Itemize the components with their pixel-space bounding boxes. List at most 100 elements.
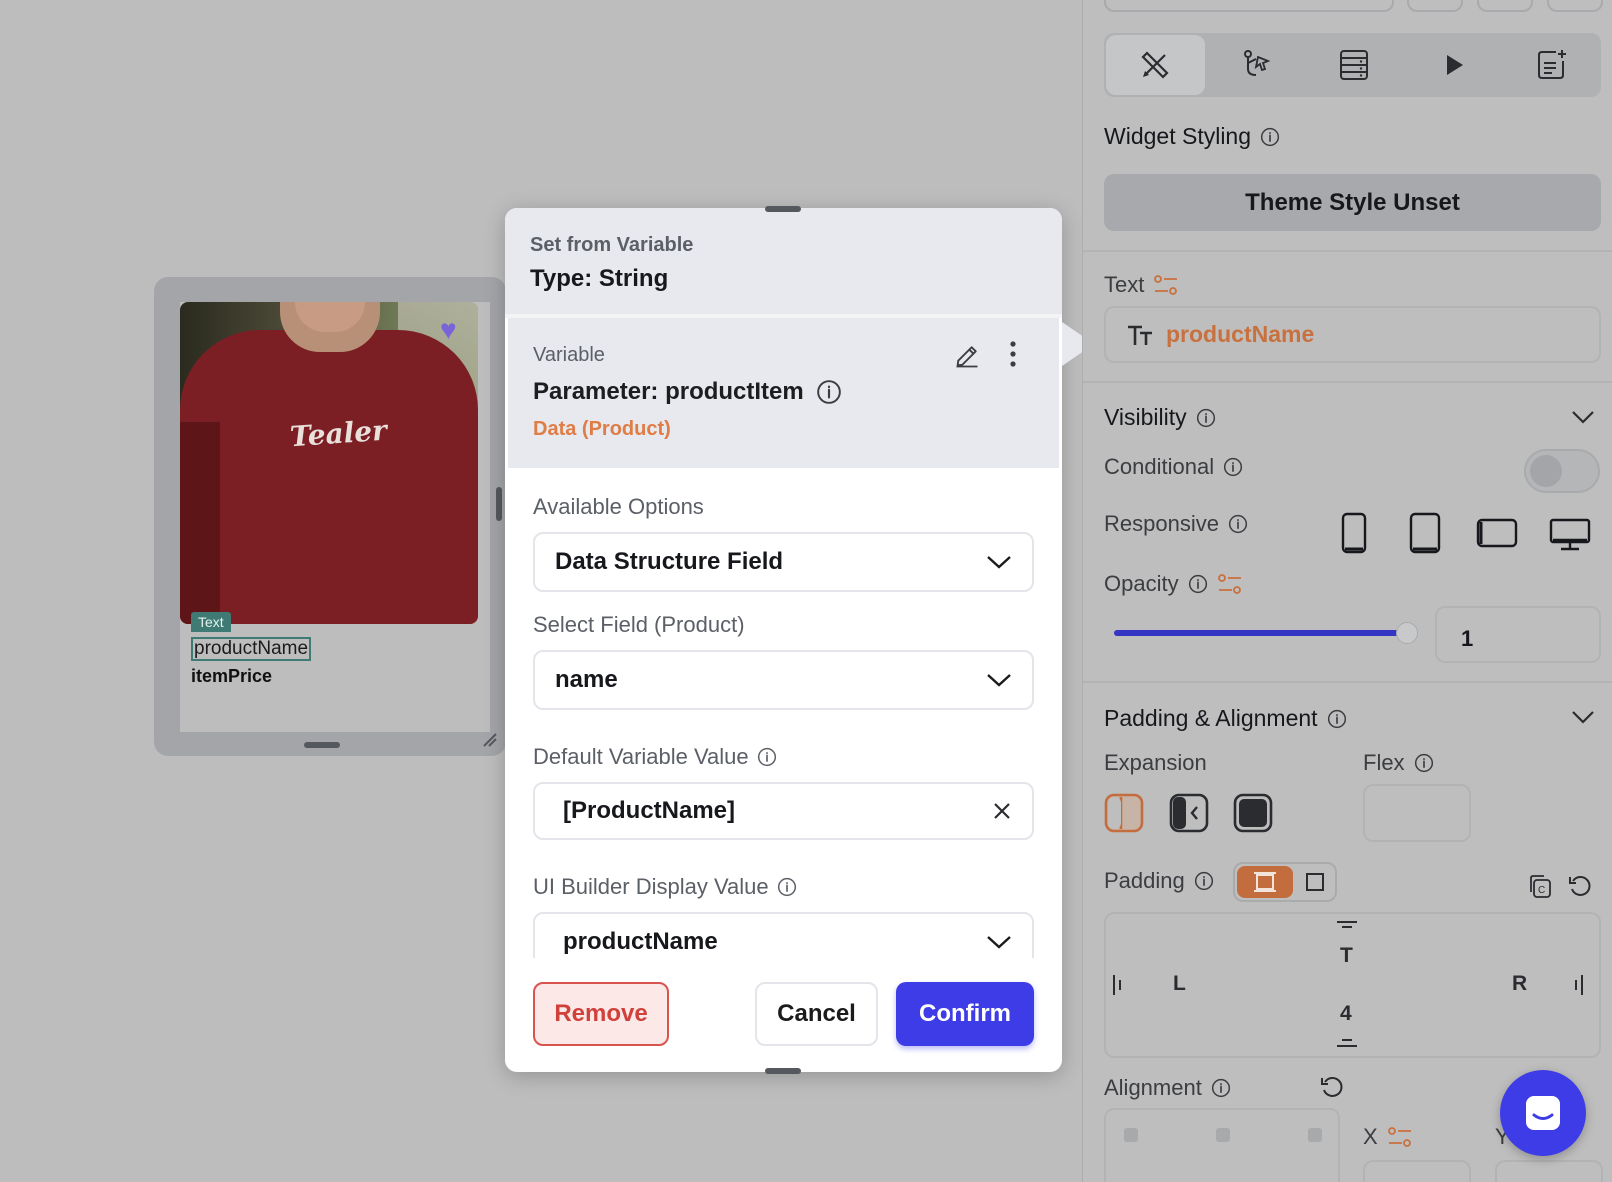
confirm-button[interactable]: Confirm [896,982,1034,1046]
opacity-slider-track[interactable] [1114,630,1404,636]
chevron-down-icon[interactable] [1571,710,1595,724]
default-value-text: [ProductName] [563,797,736,824]
default-value-input[interactable]: [ProductName] [533,782,1034,840]
align-top-center[interactable] [1216,1128,1230,1142]
more-options-icon[interactable] [1008,340,1018,368]
visibility-heading[interactable]: Visibility [1104,404,1216,431]
desktop-device-icon[interactable] [1549,518,1591,552]
design-tools-tab[interactable] [1106,35,1205,95]
opacity-input[interactable]: 1 [1435,606,1601,663]
padding-top-handle-icon[interactable] [1336,920,1358,930]
select-field-dropdown[interactable]: name [533,650,1034,710]
product-image: Tealer ♥ [180,302,478,624]
conditional-label: Conditional [1104,454,1243,480]
variable-settings-icon[interactable] [1387,1124,1413,1150]
edit-pencil-icon[interactable] [953,342,981,370]
panel-top-button[interactable] [1407,0,1463,12]
remove-button[interactable]: Remove [533,982,669,1046]
tablet-landscape-icon[interactable] [1476,518,1518,548]
info-icon[interactable] [816,379,842,405]
product-card[interactable]: Tealer ♥ Text productName itemPrice [180,302,490,732]
info-icon[interactable] [1211,1078,1231,1098]
padding-right-label: R [1512,972,1528,995]
dialog-body: Available Options Data Structure Field S… [505,468,1062,958]
item-price-text[interactable]: itemPrice [191,666,272,687]
chat-support-button[interactable] [1500,1070,1586,1156]
info-icon[interactable] [1196,408,1216,428]
card-resize-handle-bottom[interactable] [304,742,340,748]
reset-icon[interactable] [1319,1074,1345,1100]
card-resize-handle-right[interactable] [496,487,502,521]
padding-right-handle-icon[interactable] [1572,974,1584,996]
padding-editor[interactable]: T L R 4 [1104,912,1601,1058]
padding-mode-toggle[interactable] [1233,862,1337,902]
padding-uniform-icon [1306,873,1324,891]
notes-add-icon [1537,50,1566,79]
resize-corner-icon[interactable] [482,732,498,748]
svg-text:C: C [1538,885,1545,896]
variable-settings-icon[interactable] [1217,571,1243,597]
text-value: productName [1166,321,1315,347]
text-value-field[interactable]: productName [1104,306,1601,363]
info-icon[interactable] [757,747,777,767]
dialog-drag-handle-bottom[interactable] [765,1068,801,1074]
conditional-toggle[interactable] [1524,449,1600,493]
info-icon[interactable] [777,877,797,897]
opacity-label: Opacity [1104,571,1243,597]
info-icon[interactable] [1194,871,1214,891]
panel-top-button[interactable] [1547,0,1603,12]
info-icon[interactable] [1228,514,1248,534]
info-icon[interactable] [1188,574,1208,594]
ui-builder-dropdown[interactable]: productName [533,912,1034,958]
backend-query-tab[interactable] [1305,33,1404,97]
info-icon[interactable] [1327,709,1347,729]
opacity-slider-handle[interactable] [1396,622,1418,644]
panel-top-button[interactable] [1477,0,1533,12]
y-alignment-input[interactable] [1495,1160,1603,1182]
theme-style-button[interactable]: Theme Style Unset [1104,174,1601,231]
x-alignment-input[interactable] [1363,1160,1471,1182]
padding-left-handle-icon[interactable] [1112,974,1124,996]
align-top-right[interactable] [1308,1128,1322,1142]
clear-icon[interactable] [992,801,1012,821]
padding-alignment-heading[interactable]: Padding & Alignment [1104,705,1347,732]
available-options-dropdown[interactable]: Data Structure Field [533,532,1034,592]
product-name-text[interactable]: productName [191,637,312,661]
select-field-label: Select Field (Product) [533,612,745,637]
info-icon[interactable] [1414,753,1434,773]
flex-input[interactable] [1363,784,1471,842]
x-alignment-label: X [1363,1124,1413,1150]
shirt-logo: Tealer [288,413,388,454]
dialog-drag-handle-top[interactable] [765,206,801,212]
align-top-left[interactable] [1124,1128,1138,1142]
properties-panel: Widget Styling Theme Style Unset Text pr… [1082,0,1612,1182]
expansion-default-icon[interactable] [1104,793,1144,833]
copy-icon[interactable]: C [1526,873,1552,899]
info-icon[interactable] [1260,127,1280,147]
cancel-button[interactable]: Cancel [755,982,878,1046]
expansion-label: Expansion [1104,750,1207,775]
actions-tab[interactable] [1207,33,1306,97]
expansion-expanded-icon[interactable] [1233,793,1273,833]
panel-top-field[interactable] [1104,0,1394,12]
info-icon[interactable] [1223,457,1243,477]
chevron-down-icon[interactable] [1571,410,1595,424]
heart-icon[interactable]: ♥ [440,316,457,344]
dialog-footer: Remove Cancel Confirm [533,982,1034,1046]
padding-left-label: L [1173,972,1186,995]
padding-per-side-option[interactable] [1237,866,1293,898]
padding-bottom-handle-icon[interactable] [1336,1038,1358,1048]
chat-icon [1526,1096,1560,1130]
variable-settings-icon[interactable] [1153,272,1179,298]
padding-uniform-option[interactable] [1295,864,1335,900]
tablet-device-icon[interactable] [1409,512,1441,554]
phone-device-icon[interactable] [1341,512,1367,554]
alignment-grid[interactable] [1104,1108,1340,1182]
run-tab[interactable] [1404,33,1503,97]
padding-bottom-value[interactable]: 4 [1340,1002,1352,1026]
default-value-label: Default Variable Value [533,744,1034,770]
expansion-flexible-icon[interactable] [1169,793,1209,833]
reset-icon[interactable] [1567,873,1593,899]
notes-tab[interactable] [1502,33,1601,97]
product-card-frame[interactable]: Tealer ♥ Text productName itemPrice [154,277,506,756]
